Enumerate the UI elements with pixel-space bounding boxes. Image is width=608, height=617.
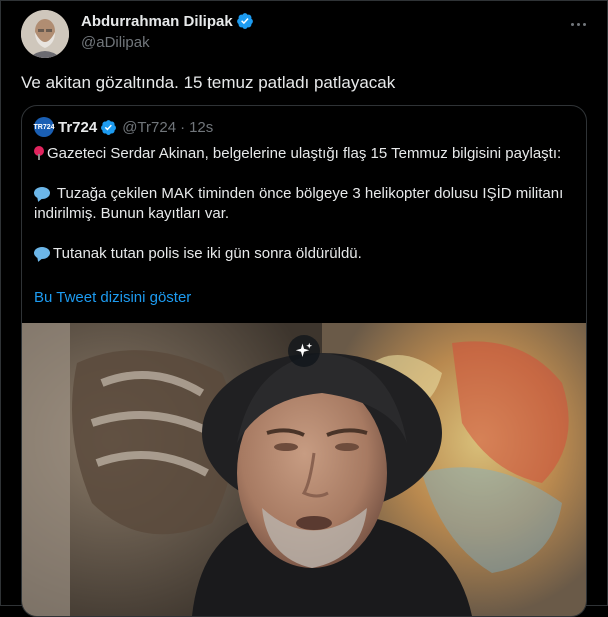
author-handle[interactable]: @aDilipak bbox=[81, 34, 150, 51]
author-name[interactable]: Abdurrahman Dilipak bbox=[81, 13, 233, 30]
quoted-author-avatar[interactable]: TR724 bbox=[34, 117, 55, 137]
quoted-tweet-body: Gazeteci Serdar Akinan, belgelerine ulaş… bbox=[34, 144, 564, 264]
speech-balloon-icon bbox=[34, 187, 50, 199]
verified-badge-icon[interactable] bbox=[236, 12, 254, 30]
show-thread-link[interactable]: Bu Tweet dizisini göster bbox=[34, 289, 191, 306]
sparkle-icon[interactable] bbox=[288, 335, 320, 367]
author-avatar[interactable] bbox=[21, 10, 69, 58]
author-name-row: Abdurrahman Dilipak bbox=[81, 12, 254, 30]
paragraph-spacer bbox=[34, 224, 564, 244]
quoted-paragraph-text: Tuzağa çekilen MAK timinden önce bölgeye… bbox=[34, 185, 564, 222]
quoted-paragraph: Tuzağa çekilen MAK timinden önce bölgeye… bbox=[34, 184, 564, 224]
more-dot bbox=[570, 22, 574, 26]
more-dot bbox=[582, 22, 586, 26]
quoted-author-handle[interactable]: @Tr724 bbox=[122, 119, 176, 136]
quoted-paragraph: Gazeteci Serdar Akinan, belgelerine ulaş… bbox=[34, 144, 564, 164]
quoted-tweet[interactable]: TR724 Tr724 @Tr724 · 12s Gazeteci Serdar… bbox=[21, 105, 587, 617]
quoted-media-image[interactable] bbox=[22, 323, 586, 616]
sparkle-glyph bbox=[295, 342, 313, 357]
more-dot bbox=[576, 22, 580, 26]
more-icon[interactable] bbox=[567, 13, 589, 35]
quoted-paragraph-text: Tutanak tutan polis ise iki gün sonra öl… bbox=[53, 245, 362, 262]
speech-balloon-icon bbox=[34, 247, 50, 259]
quoted-paragraph-text: Gazeteci Serdar Akinan, belgelerine ulaş… bbox=[47, 145, 562, 162]
author-avatar-image bbox=[21, 10, 69, 58]
quoted-author-name[interactable]: Tr724 bbox=[58, 119, 97, 136]
round-pushpin-icon bbox=[34, 146, 44, 160]
tweet-card: Abdurrahman Dilipak @aDilipak Ve akitan … bbox=[0, 0, 608, 617]
paragraph-spacer bbox=[34, 164, 564, 184]
quoted-paragraph: Tutanak tutan polis ise iki gün sonra öl… bbox=[34, 244, 564, 264]
separator-dot: · bbox=[180, 118, 186, 136]
quoted-tweet-header: TR724 Tr724 @Tr724 · 12s bbox=[34, 117, 213, 137]
tweet-text: Ve akitan gözaltında. 15 temuz patladı p… bbox=[21, 73, 396, 92]
quoted-timestamp[interactable]: 12s bbox=[189, 119, 213, 136]
verified-badge-icon bbox=[101, 119, 117, 135]
